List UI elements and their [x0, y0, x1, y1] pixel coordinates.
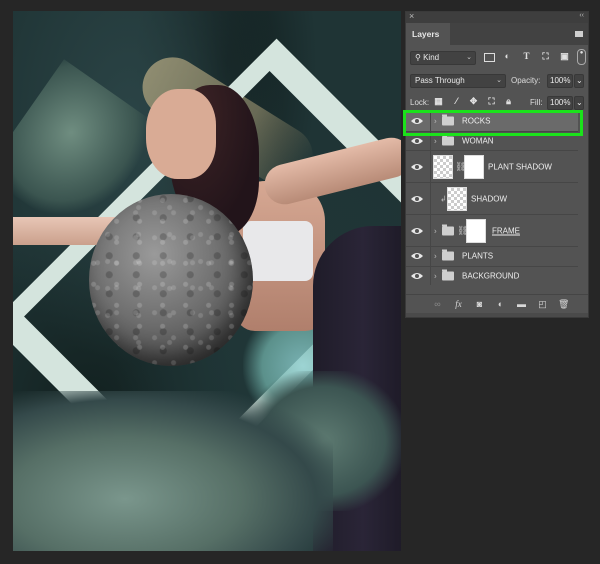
lock-row: Lock: ▦ ⁄ ✥ ⛶ 🔒︎ Fill: 100% ⌄	[406, 92, 588, 113]
layer-mask-thumbnail[interactable]	[466, 218, 486, 243]
eye-icon	[411, 227, 423, 234]
shape-filter-icon[interactable]: ⛶	[540, 51, 551, 62]
layer-shadow[interactable]: ↲ SHADOW	[406, 182, 578, 214]
pixel-filter-icon[interactable]	[484, 53, 495, 62]
chevron-down-icon: ⌄	[576, 76, 583, 85]
panel-menu-icon[interactable]	[575, 31, 583, 37]
close-icon[interactable]: ×	[409, 11, 414, 21]
expand-arrow-icon[interactable]: ›	[434, 271, 437, 280]
chevron-down-icon: ⌄	[576, 98, 583, 107]
search-icon: ⚲	[415, 53, 421, 62]
layer-frame[interactable]: › ⛓ FRAME	[406, 214, 578, 246]
clipping-mask-icon: ↲	[440, 194, 447, 203]
layers-list: › ROCKS › WOMAN ⛓ PLANT SHADOW ↲ SHADOW	[406, 111, 578, 285]
layer-name: BACKGROUND	[462, 271, 520, 281]
panel-tabs: Layers	[406, 23, 588, 45]
blend-mode-select[interactable]: Pass Through ⌄	[410, 74, 506, 88]
chevron-down-icon: ⌄	[466, 54, 472, 61]
moon-rock	[89, 194, 253, 366]
expand-arrow-icon[interactable]: ›	[434, 226, 437, 235]
expand-arrow-icon[interactable]: ›	[434, 252, 437, 261]
lock-all-icon[interactable]: 🔒︎	[503, 96, 514, 107]
fill-field[interactable]: 100%	[547, 96, 573, 110]
fx-icon[interactable]: fx	[453, 299, 464, 310]
woman-white-top	[243, 221, 313, 281]
opacity-value: 100%	[550, 76, 571, 85]
lock-position-icon[interactable]: ✥	[468, 96, 479, 107]
visibility-toggle[interactable]	[406, 131, 431, 150]
kind-filter-select[interactable]: ⚲ Kind ⌄	[410, 51, 476, 65]
woman-head	[146, 89, 216, 179]
adjustment-layer-icon[interactable]: ◐	[495, 299, 506, 310]
plant-bottom	[13, 391, 333, 551]
trash-icon[interactable]: 🗑︎	[558, 299, 569, 310]
eye-icon	[411, 272, 423, 279]
eye-icon	[411, 253, 423, 260]
visibility-toggle[interactable]	[406, 215, 431, 246]
opacity-field[interactable]: 100%	[547, 74, 573, 88]
layer-plant-shadow[interactable]: ⛓ PLANT SHADOW	[406, 150, 578, 182]
visibility-toggle[interactable]	[406, 112, 431, 131]
filter-toggle-icon[interactable]: ●	[577, 49, 586, 65]
panel-titlebar: × ‹‹	[406, 11, 588, 23]
eye-icon	[411, 137, 423, 144]
layer-thumbnail	[447, 186, 467, 211]
expand-arrow-icon[interactable]: ›	[434, 136, 437, 145]
link-layers-icon[interactable]: ∞	[432, 299, 443, 310]
expand-arrow-icon[interactable]: ›	[434, 117, 437, 126]
new-group-icon[interactable]: ▬	[516, 299, 527, 310]
filter-row: ⚲ Kind ⌄ ◐ T ⛶ ▣ ●	[406, 45, 588, 71]
opacity-dropdown[interactable]: ⌄	[574, 74, 584, 88]
lock-label: Lock:	[410, 98, 430, 107]
layer-rocks[interactable]: › ROCKS	[406, 111, 578, 131]
layer-plants[interactable]: › PLANTS	[406, 246, 578, 266]
layer-name: ROCKS	[462, 116, 491, 126]
folder-icon	[442, 269, 454, 281]
folder-icon	[442, 114, 454, 126]
new-layer-icon[interactable]: ◰	[537, 299, 548, 310]
visibility-toggle[interactable]	[406, 266, 431, 285]
chevron-down-icon: ⌄	[496, 77, 502, 84]
folder-icon	[442, 224, 454, 235]
layer-thumbnail	[433, 154, 453, 179]
fill-label: Fill:	[530, 98, 543, 107]
document-canvas[interactable]	[13, 11, 401, 551]
adjustment-filter-icon[interactable]: ◐	[502, 51, 513, 62]
kind-label: Kind	[423, 53, 440, 62]
layers-panel: × ‹‹ Layers ⚲ Kind ⌄ ◐ T ⛶ ▣ ● Pass Thro…	[405, 11, 589, 318]
folder-icon	[442, 249, 454, 261]
visibility-toggle[interactable]	[406, 247, 431, 266]
lock-image-icon[interactable]: ⁄	[451, 96, 462, 107]
lock-transparent-icon[interactable]: ▦	[433, 96, 444, 107]
blend-row: Pass Through ⌄ Opacity: 100% ⌄	[406, 71, 588, 92]
add-mask-icon[interactable]: ◙	[474, 299, 485, 310]
type-filter-icon[interactable]: T	[521, 51, 532, 62]
fill-value: 100%	[550, 98, 571, 107]
eye-icon	[411, 195, 423, 202]
smart-object-filter-icon[interactable]: ▣	[559, 51, 570, 62]
layer-name: FRAME	[492, 226, 520, 235]
double-chevron-icon[interactable]: ‹‹	[579, 12, 584, 19]
lock-artboard-icon[interactable]: ⛶	[486, 96, 497, 107]
layer-mask-thumbnail[interactable]	[464, 154, 484, 179]
layer-name: PLANTS	[462, 251, 494, 261]
layer-name: WOMAN	[462, 136, 494, 146]
visibility-toggle[interactable]	[406, 183, 431, 214]
layer-name: PLANT SHADOW	[488, 162, 552, 171]
layer-name: SHADOW	[471, 194, 507, 203]
layer-woman[interactable]: › WOMAN	[406, 130, 578, 150]
panel-bottom-toolbar: ∞ fx ◙ ◐ ▬ ◰ 🗑︎	[406, 294, 588, 314]
visibility-toggle[interactable]	[406, 151, 431, 182]
folder-icon	[442, 134, 454, 146]
layer-background[interactable]: › BACKGROUND	[406, 265, 578, 285]
fill-dropdown[interactable]: ⌄	[574, 96, 584, 110]
opacity-label: Opacity:	[511, 76, 541, 85]
tab-layers[interactable]: Layers	[406, 23, 450, 45]
panel-resize-grip[interactable]	[406, 313, 588, 317]
eye-icon	[411, 163, 423, 170]
eye-icon	[411, 118, 423, 125]
blend-mode-value: Pass Through	[415, 76, 465, 85]
